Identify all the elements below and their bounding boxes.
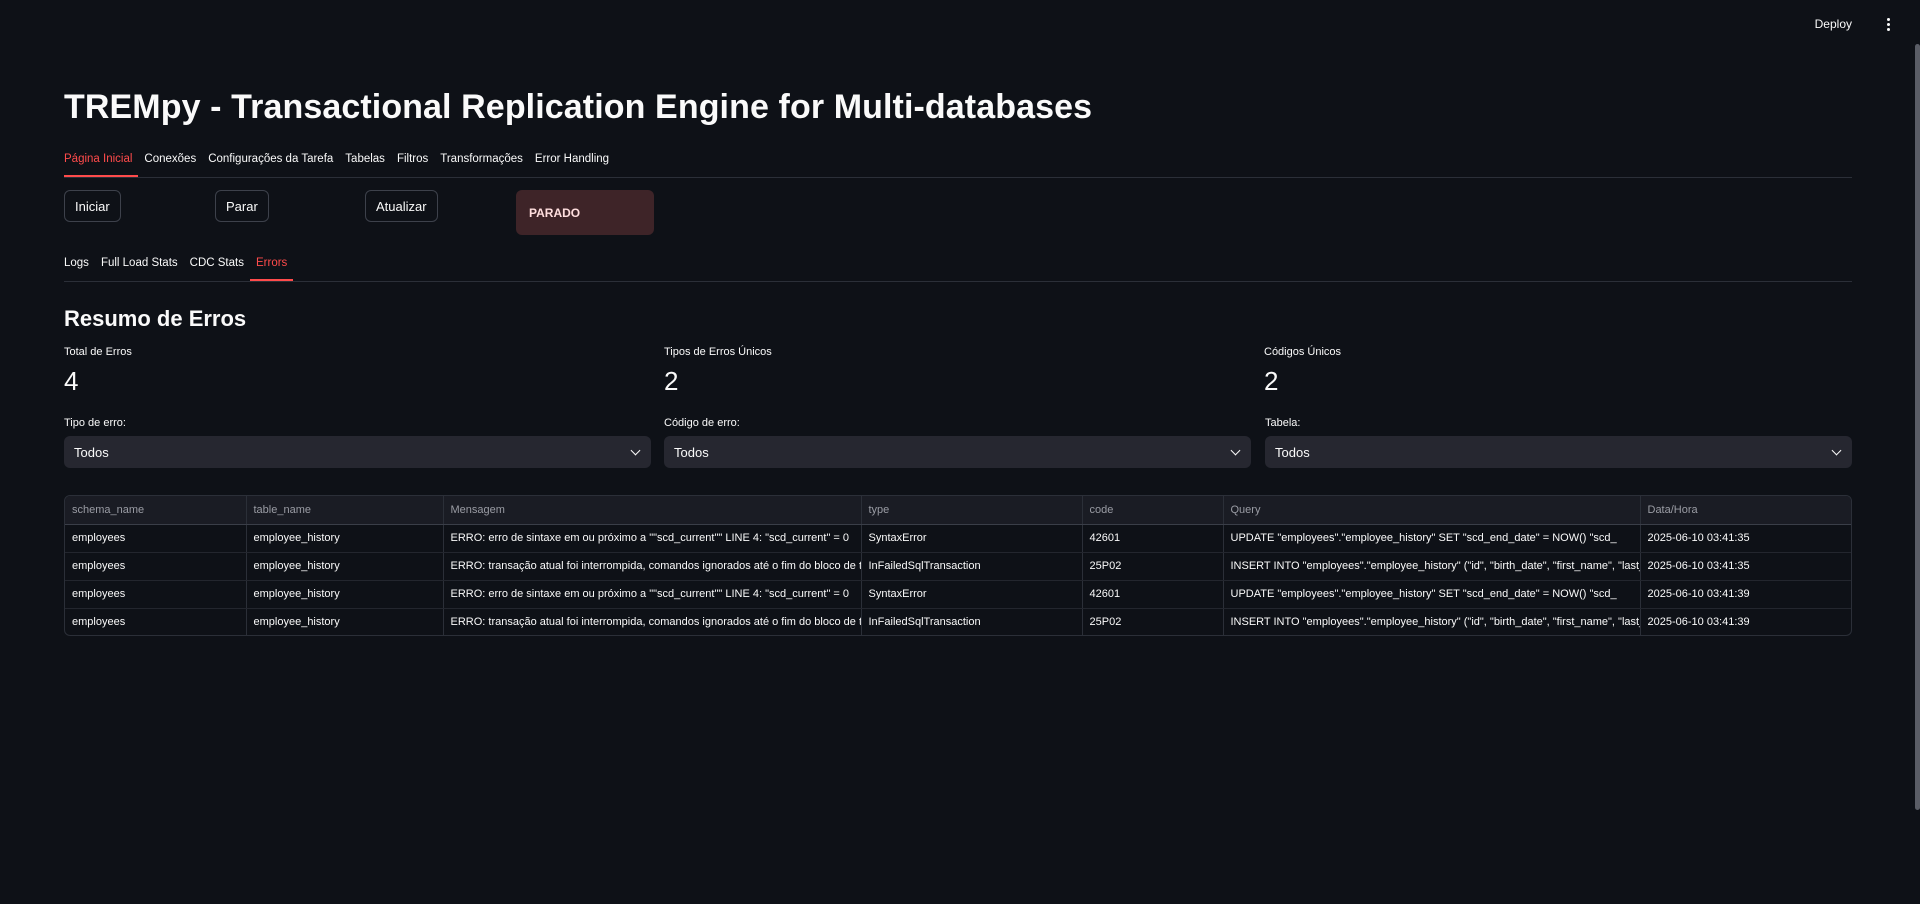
chevron-down-icon <box>1230 445 1241 455</box>
metric-value: 4 <box>64 366 79 396</box>
page-title: TREMpy - Transactional Replication Engin… <box>64 88 1093 126</box>
chevron-down-icon <box>630 445 641 455</box>
column-header[interactable]: Query <box>1223 496 1641 525</box>
metric-total-errors: Total de Erros 4 <box>64 346 650 397</box>
table-cell[interactable]: employees <box>65 608 247 635</box>
table-cell[interactable]: employee_history <box>246 608 444 635</box>
tab-errors[interactable]: Errors <box>249 257 294 281</box>
table-cell[interactable]: employee_history <box>246 580 444 609</box>
deploy-button[interactable]: Deploy <box>1815 17 1852 31</box>
errors-table[interactable]: schema_name table_name Mensagem type cod… <box>64 495 1852 636</box>
column-header[interactable]: code <box>1082 496 1224 525</box>
section-title: Resumo de Erros <box>64 306 247 331</box>
tab-full-load-stats[interactable]: Full Load Stats <box>95 257 184 281</box>
table-cell[interactable]: INSERT INTO "employees"."employee_histor… <box>1223 608 1641 635</box>
column-header[interactable]: type <box>861 496 1083 525</box>
table-cell[interactable]: ERRO: erro de sintaxe em ou próximo a ""… <box>443 524 862 553</box>
table-cell[interactable]: SyntaxError <box>861 524 1083 553</box>
filter-error-code: Código de erro: Todos <box>664 417 1251 468</box>
main-tabs: Página Inicial Conexões Configurações da… <box>64 153 1852 178</box>
filter-error-type: Tipo de erro: Todos <box>64 417 651 468</box>
tab-tabelas[interactable]: Tabelas <box>339 153 391 177</box>
table-row[interactable]: employees employee_history ERRO: transaç… <box>65 552 1851 581</box>
refresh-button[interactable]: Atualizar <box>365 190 438 222</box>
table-row[interactable]: employees employee_history ERRO: transaç… <box>65 608 1851 635</box>
table-cell[interactable]: InFailedSqlTransaction <box>861 552 1083 581</box>
column-header[interactable]: schema_name <box>65 496 247 525</box>
error-code-select[interactable]: Todos <box>664 436 1251 468</box>
select-value: Todos <box>74 444 109 460</box>
tab-pagina-inicial[interactable]: Página Inicial <box>64 153 139 177</box>
column-header[interactable]: table_name <box>246 496 444 525</box>
tab-logs[interactable]: Logs <box>64 257 95 281</box>
table-header-row: schema_name table_name Mensagem type cod… <box>65 496 1851 525</box>
top-toolbar: Deploy <box>0 0 1920 48</box>
table-row[interactable]: employees employee_history ERRO: erro de… <box>65 524 1851 553</box>
metric-unique-error-types: Tipos de Erros Únicos 2 <box>664 346 1250 397</box>
tab-error-handling[interactable]: Error Handling <box>529 153 615 177</box>
table-cell[interactable]: INSERT INTO "employees"."employee_histor… <box>1223 552 1641 581</box>
filter-label: Tabela: <box>1265 417 1301 429</box>
column-header[interactable]: Data/Hora <box>1640 496 1851 525</box>
kebab-menu-icon[interactable] <box>1880 16 1896 32</box>
table-cell[interactable]: 2025-06-10 03:41:39 <box>1640 580 1851 609</box>
filter-table: Tabela: Todos <box>1265 417 1852 468</box>
tab-filtros[interactable]: Filtros <box>391 153 434 177</box>
page-scrollbar[interactable] <box>1915 44 1920 810</box>
table-cell[interactable]: InFailedSqlTransaction <box>861 608 1083 635</box>
table-select[interactable]: Todos <box>1265 436 1852 468</box>
table-cell[interactable]: employees <box>65 580 247 609</box>
table-cell[interactable]: employees <box>65 552 247 581</box>
table-cell[interactable]: ERRO: transação atual foi interrompida, … <box>443 552 862 581</box>
tab-cdc-stats[interactable]: CDC Stats <box>184 257 250 281</box>
table-cell[interactable]: ERRO: transação atual foi interrompida, … <box>443 608 862 635</box>
table-cell[interactable]: 2025-06-10 03:41:35 <box>1640 552 1851 581</box>
tab-transformacoes[interactable]: Transformações <box>434 153 529 177</box>
table-cell[interactable]: UPDATE "employees"."employee_history" SE… <box>1223 580 1641 609</box>
table-cell[interactable]: UPDATE "employees"."employee_history" SE… <box>1223 524 1641 553</box>
table-row[interactable]: employees employee_history ERRO: erro de… <box>65 580 1851 609</box>
table-cell[interactable]: 42601 <box>1082 524 1224 553</box>
table-cell[interactable]: 42601 <box>1082 580 1224 609</box>
table-cell[interactable]: 2025-06-10 03:41:39 <box>1640 608 1851 635</box>
filter-label: Código de erro: <box>664 417 740 429</box>
tab-configuracoes-tarefa[interactable]: Configurações da Tarefa <box>202 153 339 177</box>
tab-conexoes[interactable]: Conexões <box>138 153 202 177</box>
metric-value: 2 <box>664 366 679 396</box>
metric-value: 2 <box>1264 366 1279 396</box>
select-value: Todos <box>674 444 709 460</box>
metric-label: Total de Erros <box>64 346 132 358</box>
start-button[interactable]: Iniciar <box>64 190 121 222</box>
table-cell[interactable]: 2025-06-10 03:41:35 <box>1640 524 1851 553</box>
column-header[interactable]: Mensagem <box>443 496 862 525</box>
metric-label: Tipos de Erros Únicos <box>664 346 772 358</box>
table-cell[interactable]: employees <box>65 524 247 553</box>
status-badge: PARADO <box>516 190 654 235</box>
select-value: Todos <box>1275 444 1310 460</box>
table-cell[interactable]: 25P02 <box>1082 608 1224 635</box>
table-cell[interactable]: ERRO: erro de sintaxe em ou próximo a ""… <box>443 580 862 609</box>
metric-label: Códigos Únicos <box>1264 346 1342 358</box>
stop-button[interactable]: Parar <box>215 190 269 222</box>
table-cell[interactable]: employee_history <box>246 552 444 581</box>
table-cell[interactable]: 25P02 <box>1082 552 1224 581</box>
sub-tabs: Logs Full Load Stats CDC Stats Errors <box>64 257 1852 282</box>
chevron-down-icon <box>1831 445 1842 455</box>
filter-label: Tipo de erro: <box>64 417 126 429</box>
metric-unique-codes: Códigos Únicos 2 <box>1264 346 1850 397</box>
error-type-select[interactable]: Todos <box>64 436 651 468</box>
table-cell[interactable]: employee_history <box>246 524 444 553</box>
table-cell[interactable]: SyntaxError <box>861 580 1083 609</box>
